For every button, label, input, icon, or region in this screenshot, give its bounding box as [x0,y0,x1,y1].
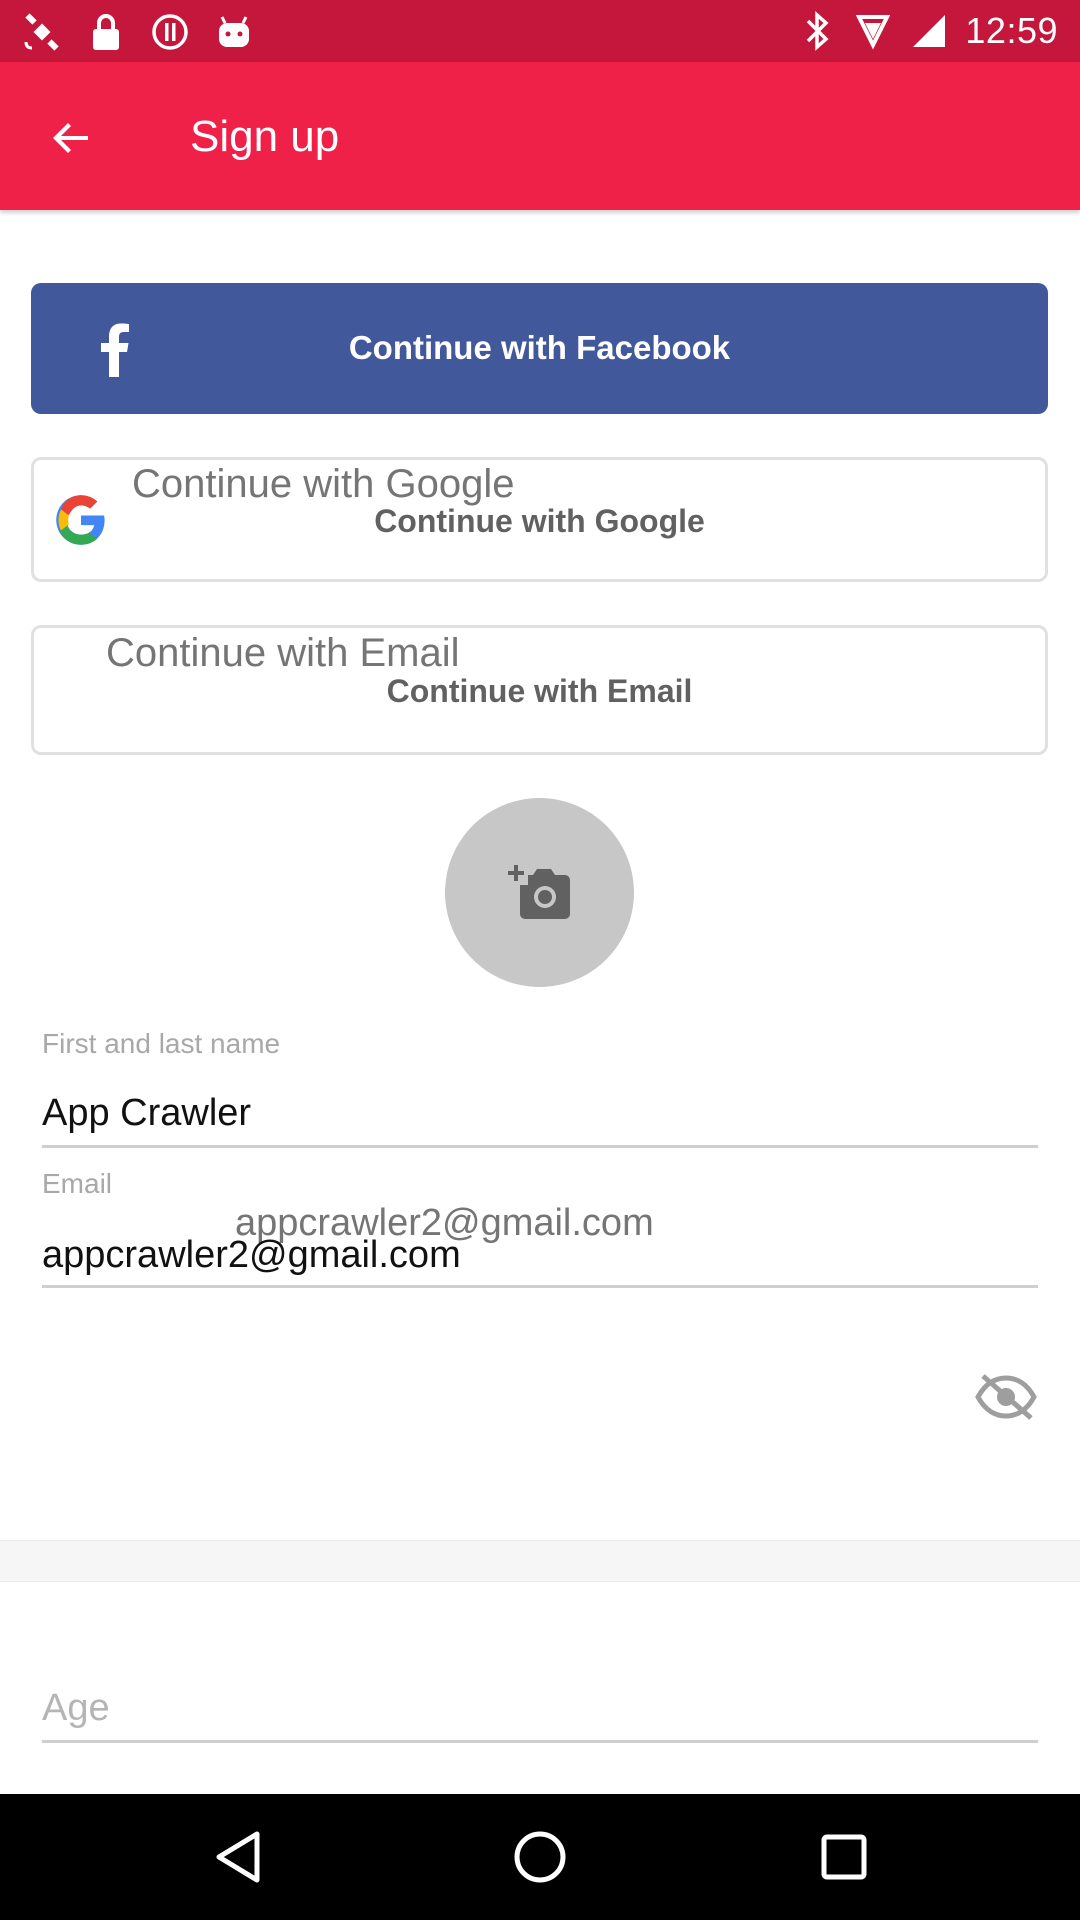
age-field[interactable] [42,1680,1038,1736]
continue-with-google-button[interactable]: Continue with Google Continue with Googl… [31,457,1048,582]
email-button-label: Continue with Email [386,673,693,709]
facebook-button-label: Continue with Facebook [348,329,731,366]
vibrate-icon [853,11,893,51]
signal-icon [909,11,949,51]
android-icon [214,12,254,52]
email-field-underline [42,1285,1038,1288]
continue-with-facebook-button[interactable]: Continue with Facebook [31,283,1048,414]
name-field-underline [42,1145,1038,1148]
email-field[interactable]: appcrawler2@gmail.com [42,1234,461,1277]
back-button[interactable] [40,106,104,170]
section-divider [0,1540,1080,1582]
continue-with-email-button[interactable]: Continue with Email Continue with Email [31,625,1048,755]
name-field-label: First and last name [42,1028,281,1059]
nav-back-button[interactable] [208,1827,268,1887]
satellite-icon [22,12,62,52]
email-field-label: Email [42,1168,113,1199]
arrow-back-icon [53,123,88,153]
bluetooth-icon [797,11,837,51]
alert-icon [150,12,190,52]
navigation-bar [0,1794,1080,1920]
nav-recents-button[interactable] [814,1827,874,1887]
page-title: Sign up [190,112,340,161]
status-time: 12:59 [965,10,1058,51]
google-button-label: Continue with Google [374,503,705,539]
add-photo-button[interactable] [445,798,634,987]
visibility-off-icon [975,1374,1037,1420]
age-field-underline [42,1740,1038,1743]
app-bar: Sign up [0,62,1080,210]
nav-home-icon [514,1831,566,1883]
add-photo-icon [508,865,570,919]
nav-back-icon [216,1831,260,1883]
nav-recents-icon [821,1834,867,1880]
email-button-hint: Continue with Email [106,631,460,675]
lock-icon [86,12,126,52]
nav-home-button[interactable] [510,1827,570,1887]
google-button-hint: Continue with Google [132,462,515,506]
status-bar: 12:59 [0,0,1080,62]
password-visibility-toggle[interactable] [975,1372,1037,1422]
name-field[interactable]: App Crawler [42,1092,251,1135]
